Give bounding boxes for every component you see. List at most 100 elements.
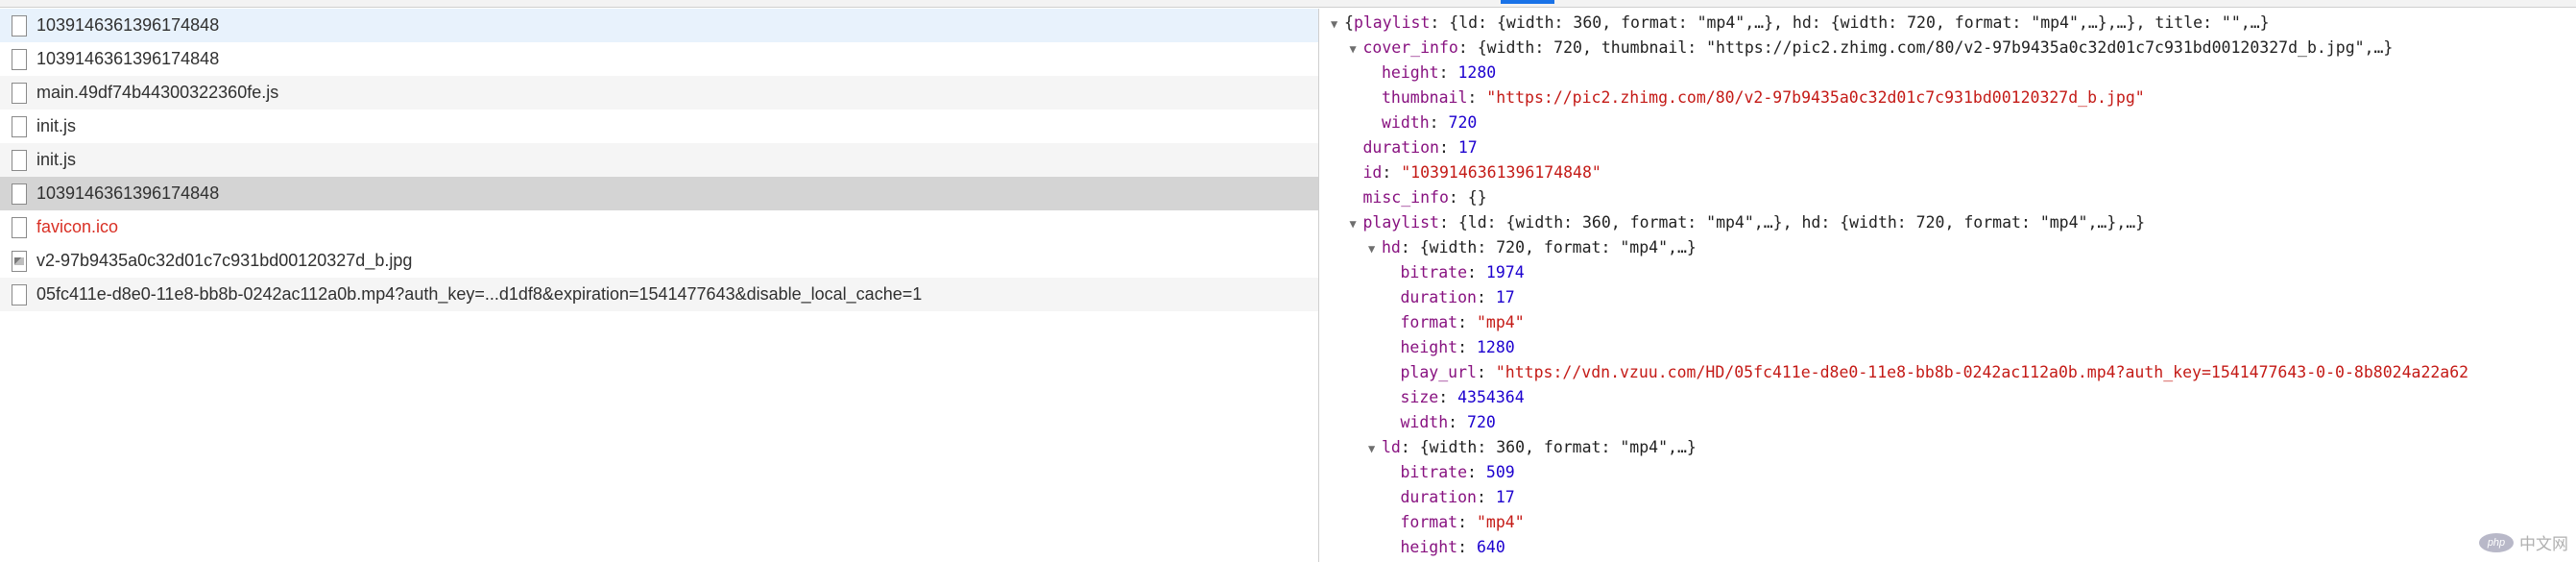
request-row[interactable]: 1039146361396174848 <box>0 9 1318 42</box>
json-line: duration: 17 <box>1387 485 1515 510</box>
json-punct: : <box>1467 263 1486 281</box>
image-file-icon <box>12 250 27 272</box>
watermark: php 中文网 <box>2479 530 2568 554</box>
file-icon <box>12 48 27 70</box>
request-row[interactable]: 1039146361396174848 <box>0 42 1318 76</box>
json-punct: : <box>1457 538 1477 556</box>
expand-triangle-icon[interactable]: ▼ <box>1350 211 1363 236</box>
json-line: duration: 17 <box>1350 135 1478 160</box>
request-name: main.49df74b44300322360fe.js <box>36 83 279 102</box>
json-punct: : <box>1457 338 1477 356</box>
json-key: bitrate <box>1400 263 1468 281</box>
request-name: favicon.ico <box>36 217 119 236</box>
json-line[interactable]: ▼ ld: {width: 360, format: "mp4",…} <box>1368 435 1697 460</box>
json-string: "https://vdn.vzuu.com/HD/05fc411e-d8e0-1… <box>1495 363 2469 381</box>
json-key: bitrate <box>1400 463 1468 481</box>
json-number: 17 <box>1495 488 1515 506</box>
request-row[interactable]: init.js <box>0 110 1318 143</box>
json-punct: : <box>1382 163 1402 182</box>
json-key: play_url <box>1400 363 1477 381</box>
request-list: 1039146361396174848 1039146361396174848 ma… <box>0 9 1318 562</box>
json-line: play_url: "https://vdn.vzuu.com/HD/05fc4… <box>1387 360 2469 385</box>
json-key: width <box>1382 113 1430 132</box>
json-line[interactable]: ▼ hd: {width: 720, format: "mp4",…} <box>1368 235 1697 260</box>
json-punct: : <box>1467 88 1487 107</box>
request-row[interactable]: v2-97b9435a0c32d01c7c931bd00120327d_b.jp… <box>0 244 1318 278</box>
json-key: height <box>1382 63 1439 82</box>
json-punct: : <box>1438 63 1458 82</box>
json-key: ld <box>1382 438 1401 456</box>
json-punct: : <box>1476 288 1496 306</box>
expand-triangle-icon[interactable]: ▼ <box>1368 236 1382 261</box>
json-key: id <box>1362 163 1383 182</box>
json-key: format <box>1400 513 1458 531</box>
request-name: 05fc411e-d8e0-11e8-bb8b-0242ac112a0b.mp4… <box>36 284 923 304</box>
request-row[interactable]: 1039146361396174848 <box>0 177 1318 210</box>
json-line: format: "mp4" <box>1387 510 1525 535</box>
json-line: height: 1280 <box>1387 335 1515 360</box>
json-line: id: "1039146361396174848" <box>1350 160 1601 185</box>
json-line: height: 640 <box>1387 535 1505 560</box>
json-line: thumbnail: "https://pic2.zhimg.com/80/v2… <box>1368 86 2145 110</box>
watermark-text: 中文网 <box>2519 535 2568 553</box>
request-name: init.js <box>36 150 77 169</box>
json-number: 17 <box>1457 138 1478 157</box>
file-icon <box>12 14 27 37</box>
json-key: playlist <box>1362 213 1439 232</box>
json-line: bitrate: 1974 <box>1387 260 1525 285</box>
json-key: height <box>1400 538 1458 556</box>
json-line[interactable]: ▼ {playlist: {ld: {width: 360, format: "m… <box>1331 11 2270 36</box>
json-punct: { <box>1344 13 1354 32</box>
request-name: init.js <box>36 116 77 135</box>
json-line: misc_info: {} <box>1350 185 1487 210</box>
request-row[interactable]: favicon.ico <box>0 210 1318 244</box>
json-punct: : <box>1457 313 1477 331</box>
json-line[interactable]: ▼ cover_info: {width: 720, thumbnail: "ht… <box>1350 36 2394 61</box>
request-row[interactable]: main.49df74b44300322360fe.js <box>0 76 1318 110</box>
json-number: 720 <box>1467 413 1496 431</box>
json-punct: : <box>1448 413 1468 431</box>
json-line: size: 4354364 <box>1387 385 1525 410</box>
json-punct: : <box>1457 513 1477 531</box>
json-number: 1974 <box>1485 263 1525 281</box>
json-line: width: 720 <box>1387 410 1496 435</box>
json-line: width: 720 <box>1368 110 1477 135</box>
json-punct: : <box>1476 488 1496 506</box>
json-number: 720 <box>1448 113 1478 132</box>
request-name: 1039146361396174848 <box>36 15 220 35</box>
json-key: misc_info <box>1362 188 1449 207</box>
file-icon <box>12 216 27 238</box>
panel-top-border <box>0 0 2576 8</box>
file-icon <box>12 149 27 171</box>
json-punct: : {ld: {width: 360, format: "mp4",…}, hd… <box>1438 213 2146 232</box>
json-number: 1280 <box>1476 338 1515 356</box>
json-key: playlist <box>1353 13 1431 32</box>
json-number: 17 <box>1495 288 1515 306</box>
json-punct: : <box>1429 113 1449 132</box>
expand-triangle-icon[interactable]: ▼ <box>1368 436 1382 461</box>
json-string: "mp4" <box>1476 313 1525 331</box>
request-name: 1039146361396174848 <box>36 183 220 203</box>
json-line: height: 1280 <box>1368 61 1496 86</box>
json-punct: : <box>1467 463 1486 481</box>
file-icon <box>12 183 27 205</box>
json-key: height <box>1400 338 1458 356</box>
json-line[interactable]: ▼ playlist: {ld: {width: 360, format: "mp… <box>1350 210 2146 235</box>
json-line: format: "mp4" <box>1387 310 1525 335</box>
file-icon <box>12 283 27 305</box>
expand-triangle-icon[interactable]: ▼ <box>1350 37 1363 61</box>
json-punct: : <box>1476 363 1496 381</box>
json-key: duration <box>1400 288 1477 306</box>
devtools-network-panel: 1039146361396174848 1039146361396174848 ma… <box>0 0 2576 562</box>
json-key: hd <box>1382 238 1401 257</box>
json-key: duration <box>1400 488 1477 506</box>
expand-triangle-icon[interactable]: ▼ <box>1331 12 1344 37</box>
active-tab-indicator[interactable] <box>1501 0 1554 4</box>
json-key: size <box>1400 388 1439 406</box>
request-row[interactable]: init.js <box>0 143 1318 177</box>
json-key: width <box>1400 413 1449 431</box>
request-row[interactable]: 05fc411e-d8e0-11e8-bb8b-0242ac112a0b.mp4… <box>0 278 1318 311</box>
php-logo-icon: php <box>2479 532 2514 552</box>
file-icon <box>12 82 27 104</box>
json-key: duration <box>1362 138 1439 157</box>
